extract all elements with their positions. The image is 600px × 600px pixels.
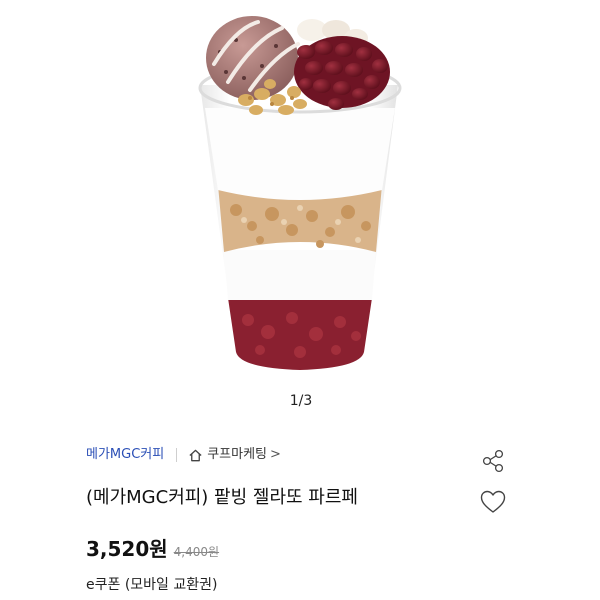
product-type-label: e쿠폰 (모바일 교환권) — [86, 577, 218, 593]
original-price: 4,400원 — [173, 545, 220, 559]
seller-row: 메가MGC커피 쿠프마케팅 > — [86, 444, 281, 466]
product-title: (메가MGC커피) 팥빙 젤라또 파르페 — [86, 487, 358, 508]
divider — [176, 448, 178, 462]
home-icon — [189, 449, 202, 461]
parfait-illustration — [198, 16, 402, 370]
brand-link[interactable]: 메가MGC커피 — [86, 444, 164, 466]
share-icon[interactable] — [480, 448, 506, 474]
chevron-right-icon: > — [270, 447, 281, 462]
shop-link-label: 쿠프마케팅 — [207, 447, 268, 462]
product-page: 1/3 메가MGC커피 쿠프마케팅 > (메가MGC커피) 팥빙 젤라또 파르페… — [0, 0, 600, 600]
sale-price: 3,520원 — [86, 537, 168, 561]
heart-icon[interactable] — [479, 489, 507, 515]
shop-link[interactable]: 쿠프마케팅 > — [188, 444, 281, 466]
price-row: 3,520원 4,400원 — [86, 533, 220, 561]
image-pager: 1/3 — [289, 393, 313, 409]
product-image[interactable] — [0, 0, 600, 385]
